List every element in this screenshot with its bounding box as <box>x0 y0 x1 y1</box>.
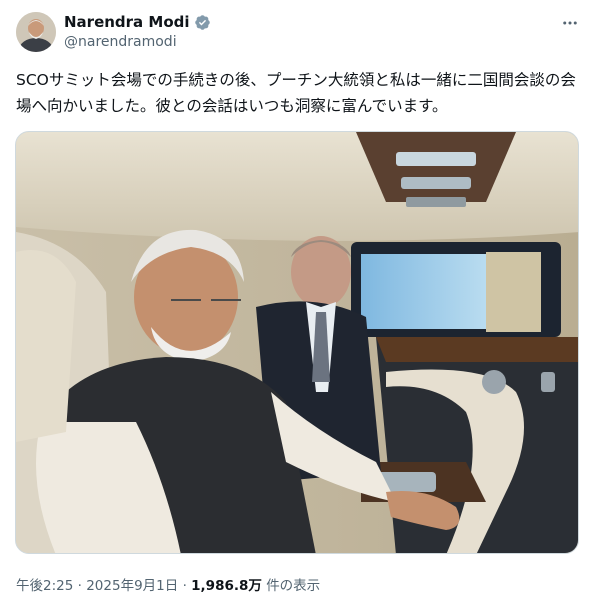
tweet-time[interactable]: 午後2:25 <box>16 578 73 594</box>
tweet-text: SCOサミット会場での手続きの後、プーチン大統領と私は一緒に二国間会談の会場へ向… <box>16 71 576 115</box>
avatar-image <box>16 12 56 52</box>
car-interior-photo <box>16 132 578 553</box>
meta-separator: · <box>182 578 187 594</box>
views-label: 件の表示 <box>266 578 321 594</box>
tweet-date[interactable]: 2025年9月1日 <box>86 578 178 594</box>
meta-separator: · <box>77 578 82 594</box>
author-avatar[interactable] <box>16 12 56 52</box>
tweet-photo[interactable] <box>15 131 579 554</box>
more-horizontal-icon <box>563 21 577 25</box>
author-handle[interactable]: @narendramodi <box>64 34 177 50</box>
tweet-meta: 午後2:25 · 2025年9月1日 · 1,986.8万 件の表示 <box>16 574 320 594</box>
author-display-name[interactable]: Narendra Modi <box>64 13 190 31</box>
verified-badge-icon <box>194 14 210 30</box>
more-options-button[interactable] <box>560 13 580 33</box>
author-name-row: Narendra Modi <box>64 13 211 31</box>
views-count: 1,986.8万 <box>191 578 262 594</box>
